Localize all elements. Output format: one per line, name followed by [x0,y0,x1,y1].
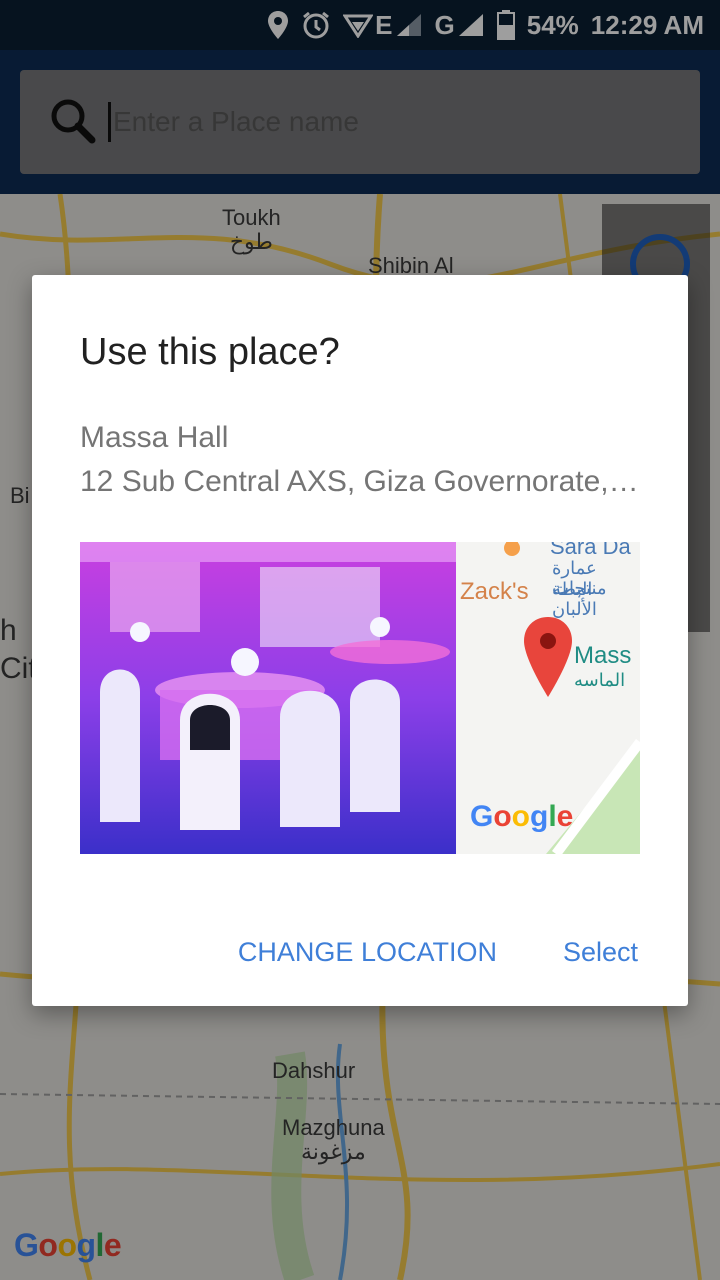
minimap-label-massa: Mass [574,642,632,669]
place-photo [80,542,456,854]
place-name: Massa Hall [80,421,229,454]
location-minimap[interactable]: Sara Da عمارة البطة منتجات الألبان Zack'… [456,542,640,854]
minimap-label-massa-ar: الماسه [574,670,626,690]
dialog-actions: CHANGE LOCATION Select [238,937,638,968]
dialog-title: Use this place? [80,331,340,373]
place-address: 12 Sub Central AXS, Giza Governorate, Eg… [80,465,640,498]
minimap-label-arabic-2: منتجات الألبان [552,578,607,619]
minimap-google-logo: Google [470,800,574,833]
change-location-button[interactable]: CHANGE LOCATION [238,937,497,968]
use-place-dialog: Use this place? Massa Hall 12 Sub Centra… [32,275,688,1006]
minimap-label-zacks: Zack's [460,578,529,605]
select-button[interactable]: Select [563,937,638,968]
